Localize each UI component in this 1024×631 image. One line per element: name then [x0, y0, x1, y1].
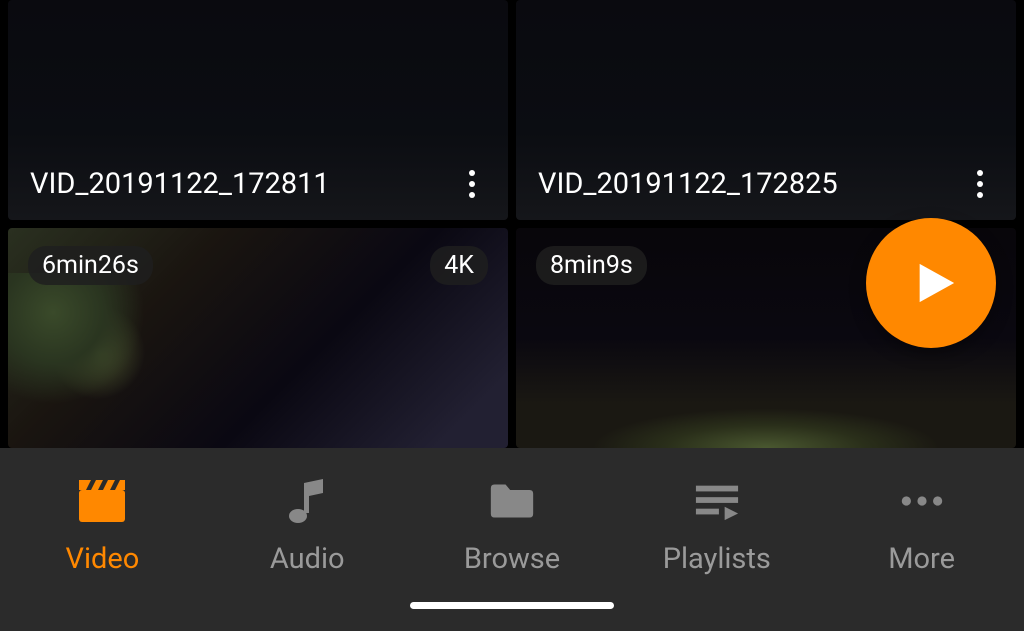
nav-playlists[interactable]: Playlists	[614, 478, 819, 576]
video-card[interactable]: 6min26s 4K	[8, 228, 508, 448]
play-fab-button[interactable]	[866, 218, 996, 348]
nav-label: More	[888, 542, 955, 576]
home-indicator[interactable]	[410, 602, 614, 609]
nav-label: Audio	[270, 542, 345, 576]
playlist-icon	[694, 478, 740, 524]
video-title-bar: VID_20191122_172811	[8, 166, 508, 202]
more-vertical-icon[interactable]	[962, 166, 998, 202]
more-vertical-icon[interactable]	[454, 166, 490, 202]
resolution-badge: 4K	[430, 246, 488, 285]
video-title: VID_20191122_172811	[30, 167, 330, 201]
video-title-bar: VID_20191122_172825	[516, 166, 1016, 202]
nav-label: Video	[66, 542, 140, 576]
nav-browse[interactable]: Browse	[410, 478, 615, 576]
app-root: VID_20191122_172811 VID_20191122_172825 …	[0, 0, 1024, 631]
video-title: VID_20191122_172825	[538, 167, 838, 201]
duration-badge: 6min26s	[28, 246, 153, 285]
music-note-icon	[284, 478, 330, 524]
folder-icon	[489, 478, 535, 524]
nav-label: Browse	[464, 542, 560, 576]
play-icon	[912, 257, 958, 309]
video-card[interactable]: VID_20191122_172825	[516, 0, 1016, 220]
video-card[interactable]: VID_20191122_172811	[8, 0, 508, 220]
nav-more[interactable]: More	[819, 478, 1024, 576]
video-grid: VID_20191122_172811 VID_20191122_172825 …	[0, 0, 1024, 448]
nav-label: Playlists	[663, 542, 771, 576]
duration-badge: 8min9s	[536, 246, 647, 285]
bottom-nav: Video Audio Browse Playlists More	[0, 448, 1024, 631]
more-horizontal-icon	[899, 478, 945, 524]
nav-audio[interactable]: Audio	[205, 478, 410, 576]
nav-video[interactable]: Video	[0, 478, 205, 576]
video-icon	[79, 478, 125, 524]
